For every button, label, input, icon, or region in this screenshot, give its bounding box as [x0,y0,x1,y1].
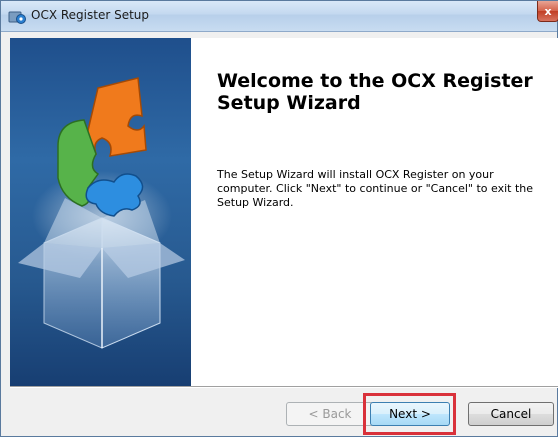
window-title: OCX Register Setup [31,8,150,22]
welcome-description: The Setup Wizard will install OCX Regist… [217,168,534,209]
ocx-setup-icon [8,8,26,24]
setup-window: OCX Register Setup x Welcome to the OCX … [0,0,558,437]
title-bar[interactable]: OCX Register Setup x [1,1,558,32]
puzzle-box-icon [18,77,185,349]
wizard-sidebar-banner [10,38,191,386]
close-icon[interactable]: x [537,1,558,22]
wizard-content-panel: Welcome to the OCX Register Setup Wizard… [191,38,558,386]
back-button[interactable]: < Back [286,402,374,426]
cancel-button[interactable]: Cancel [468,402,554,426]
welcome-heading: Welcome to the OCX Register Setup Wizard [217,70,533,114]
button-area-divider [10,386,558,388]
next-button[interactable]: Next > [370,402,450,426]
